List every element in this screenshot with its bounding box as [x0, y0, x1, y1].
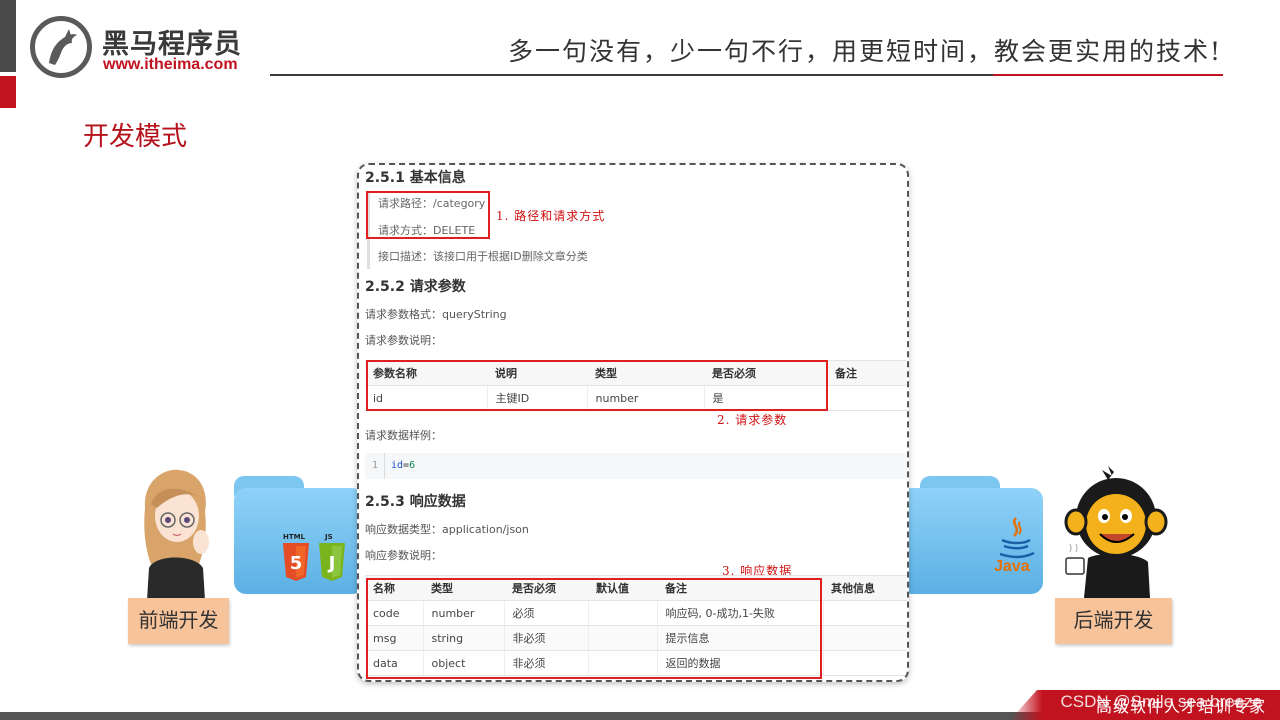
resp-cell — [822, 600, 907, 626]
java-icon: Java — [992, 516, 1040, 578]
brand-logo[interactable]: 黑马程序员 www.itheima.com — [30, 16, 270, 80]
response-type: 响应数据类型：application/json — [365, 523, 529, 536]
frontend-role-label: 前端开发 — [128, 598, 229, 644]
svg-text:5: 5 — [290, 553, 303, 574]
resp-cell — [822, 625, 907, 651]
response-heading: 2.5.3 响应数据 — [365, 494, 466, 510]
api-doc-screenshot: 2.5.1 基本信息 请求路径：/category 请求方式：DELETE 接口… — [357, 163, 909, 682]
svg-text:J: J — [327, 553, 336, 574]
response-description-label: 响应参数说明： — [365, 549, 442, 562]
param-format: 请求参数格式：queryString — [365, 308, 507, 321]
frontend-developer-avatar — [135, 468, 215, 600]
brand-url[interactable]: www.itheima.com — [103, 56, 238, 74]
annotation-request-params: 2. 请求参数 — [717, 413, 788, 427]
param-col-remark: 备注 — [827, 360, 907, 386]
backend-developer-avatar — [1058, 466, 1170, 598]
annotation-path-method: 1. 路径和请求方式 — [496, 209, 606, 223]
response-data-highlight — [366, 578, 822, 679]
section-title: 开发模式 — [83, 122, 188, 152]
slogan: 多一句没有，少一句不行，用更短时间，教会更实用的技术! — [507, 37, 1222, 66]
code-key: id — [391, 460, 404, 471]
param-cell — [826, 385, 907, 411]
path-method-highlight — [366, 191, 490, 239]
horse-logo-icon — [30, 16, 92, 78]
left-accent-red — [0, 76, 16, 108]
param-description-label: 请求参数说明： — [365, 334, 442, 347]
sample-code-block: 1 id=6 — [365, 453, 907, 479]
code-value: 6 — [409, 460, 416, 471]
header-divider-accent — [993, 74, 1223, 76]
request-params-heading: 2.5.2 请求参数 — [365, 279, 466, 295]
code-line-number: 1 — [365, 453, 385, 479]
sample-label: 请求数据样例： — [365, 429, 442, 442]
left-accent-bar — [0, 0, 16, 72]
basic-info-heading: 2.5.1 基本信息 — [365, 170, 466, 186]
resp-col-other: 其他信息 — [823, 575, 907, 601]
resp-cell — [822, 650, 907, 676]
backend-role-label: 后端开发 — [1055, 598, 1172, 644]
interface-description: 接口描述：该接口用于根据ID删除文章分类 — [378, 250, 588, 263]
request-params-highlight — [366, 360, 828, 411]
csdn-watermark: CSDN @Smile sea breeze — [1060, 692, 1263, 711]
